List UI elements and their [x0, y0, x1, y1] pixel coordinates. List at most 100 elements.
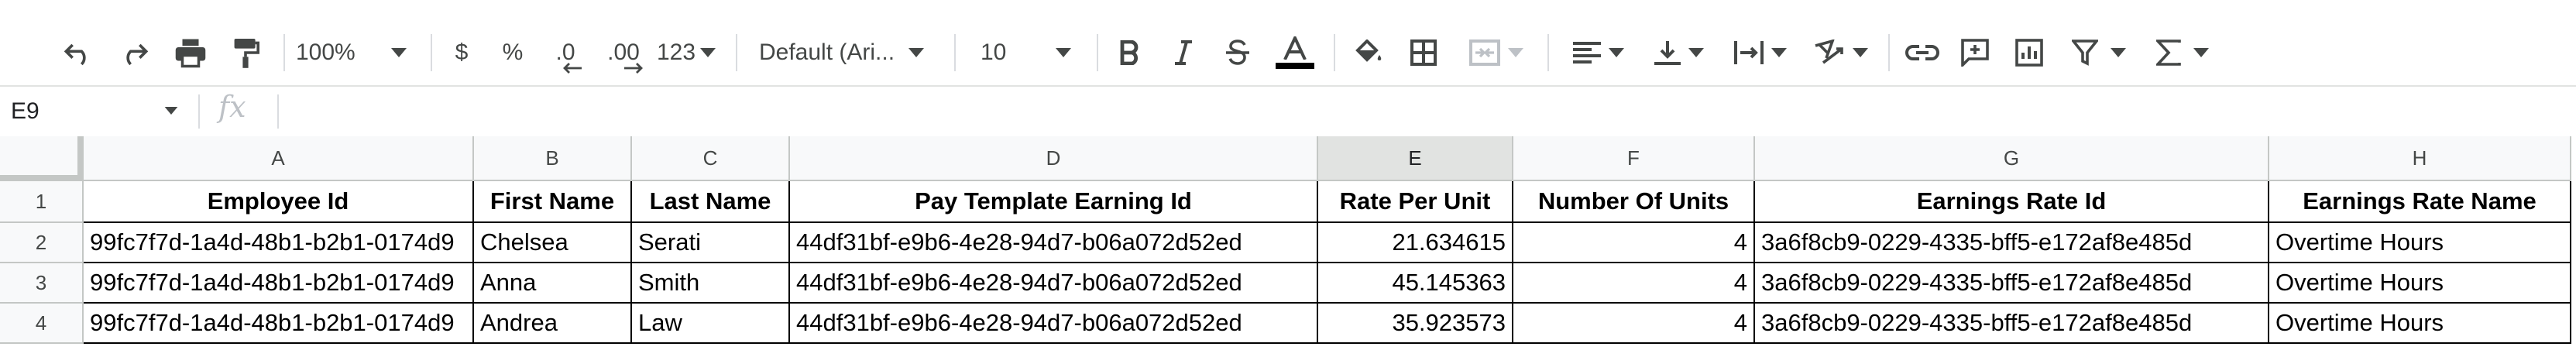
chevron-down-icon — [1056, 48, 1072, 57]
cell-earnings-rate-name[interactable]: Overtime Hours — [2269, 223, 2571, 263]
chevron-down-icon — [1508, 48, 1523, 57]
column-header-d[interactable]: D — [790, 136, 1318, 181]
merge-cells-icon — [1469, 39, 1500, 66]
redo-icon[interactable] — [113, 28, 153, 77]
chevron-down-icon — [700, 48, 716, 57]
font-family-select[interactable]: Default (Ari... — [759, 28, 942, 77]
insert-chart-icon[interactable] — [2008, 28, 2051, 77]
align-bottom-icon — [1654, 41, 1681, 65]
text-color-button[interactable] — [1270, 28, 1320, 77]
print-icon[interactable] — [169, 28, 212, 77]
italic-icon[interactable] — [1163, 28, 1204, 77]
chevron-down-icon — [908, 48, 925, 57]
currency-format-button[interactable]: $ — [445, 28, 479, 77]
cell-first-name[interactable]: Anna — [474, 263, 632, 304]
font-size-select[interactable]: 10 — [981, 28, 1086, 77]
name-box[interactable]: E9 — [0, 87, 186, 136]
chevron-down-icon — [2193, 48, 2209, 57]
cell-earnings-rate-name[interactable]: Overtime Hours — [2269, 263, 2571, 304]
cell-pay-template-earning-id[interactable]: 44df31bf-e9b6-4e28-94d7-b06a072d52ed — [790, 223, 1318, 263]
chevron-down-icon — [1609, 48, 1624, 57]
header-cell-rate-per-unit[interactable]: Rate Per Unit — [1318, 181, 1513, 223]
text-wrapping-button[interactable] — [1724, 28, 1797, 77]
increase-decimal-button[interactable]: .00 — [598, 28, 649, 77]
column-header-b[interactable]: B — [474, 136, 632, 181]
chevron-down-icon — [1771, 48, 1787, 57]
cell-rate-per-unit[interactable]: 45.145363 — [1318, 263, 1513, 304]
cell-last-name[interactable]: Law — [632, 304, 790, 344]
chevron-down-icon — [2111, 48, 2126, 57]
decrease-decimal-button[interactable]: .0 — [542, 28, 589, 77]
bold-icon[interactable] — [1109, 28, 1149, 77]
cell-earnings-rate-id[interactable]: 3a6f8cb9-0229-4335-bff5-e172af8e485d — [1755, 304, 2269, 344]
cell-last-name[interactable]: Smith — [632, 263, 790, 304]
cell-employee-id[interactable]: 99fc7f7d-1a4d-48b1-b2b1-0174d9 — [84, 223, 474, 263]
column-header-e[interactable]: E — [1318, 136, 1513, 181]
undo-icon[interactable] — [59, 28, 99, 77]
percent-format-button[interactable]: % — [496, 28, 530, 77]
chevron-down-icon — [390, 48, 407, 57]
text-rotation-icon — [1815, 39, 1843, 64]
cell-number-of-units[interactable]: 4 — [1513, 304, 1755, 344]
zoom-select[interactable]: 100% — [296, 28, 412, 77]
text-rotation-button[interactable] — [1805, 28, 1877, 77]
arrow-right-icon — [624, 63, 644, 74]
chevron-down-icon — [1853, 48, 1868, 57]
cell-pay-template-earning-id[interactable]: 44df31bf-e9b6-4e28-94d7-b06a072d52ed — [790, 304, 1318, 344]
borders-icon[interactable] — [1403, 28, 1444, 77]
vertical-align-button[interactable] — [1643, 28, 1715, 77]
row-header-4[interactable]: 4 — [0, 304, 84, 344]
header-cell-first-name[interactable]: First Name — [474, 181, 632, 223]
strikethrough-icon[interactable] — [1218, 28, 1258, 77]
column-header-a[interactable]: A — [84, 136, 474, 181]
cell-earnings-rate-id[interactable]: 3a6f8cb9-0229-4335-bff5-e172af8e485d — [1755, 223, 2269, 263]
row-header-2[interactable]: 2 — [0, 223, 84, 263]
fill-color-icon[interactable] — [1348, 28, 1388, 77]
insert-link-icon[interactable] — [1901, 28, 1944, 77]
column-header-h[interactable]: H — [2269, 136, 2571, 181]
header-cell-earnings-rate-name[interactable]: Earnings Rate Name — [2269, 181, 2571, 223]
row-header-3[interactable]: 3 — [0, 263, 84, 304]
cell-rate-per-unit[interactable]: 35.923573 — [1318, 304, 1513, 344]
cell-employee-id[interactable]: 99fc7f7d-1a4d-48b1-b2b1-0174d9 — [84, 304, 474, 344]
row-header-1[interactable]: 1 — [0, 181, 84, 223]
chevron-down-icon — [1688, 48, 1704, 57]
paint-format-icon[interactable] — [225, 28, 266, 77]
cell-number-of-units[interactable]: 4 — [1513, 223, 1755, 263]
spreadsheet-grid: A B C D E F G H 1 2 3 4 Employee Id Firs… — [0, 136, 2576, 357]
header-cell-employee-id[interactable]: Employee Id — [84, 181, 474, 223]
more-formats-button[interactable]: 123 — [652, 28, 720, 77]
cell-first-name[interactable]: Andrea — [474, 304, 632, 344]
merge-cells-button[interactable] — [1459, 28, 1534, 77]
insert-comment-icon[interactable] — [1953, 28, 1997, 77]
cell-number-of-units[interactable]: 4 — [1513, 263, 1755, 304]
cell-employee-id[interactable]: 99fc7f7d-1a4d-48b1-b2b1-0174d9 — [84, 263, 474, 304]
formula-input[interactable] — [280, 87, 2573, 136]
text-color-icon — [1283, 36, 1307, 60]
header-cell-last-name[interactable]: Last Name — [632, 181, 790, 223]
cell-pay-template-earning-id[interactable]: 44df31bf-e9b6-4e28-94d7-b06a072d52ed — [790, 263, 1318, 304]
column-header-f[interactable]: F — [1513, 136, 1755, 181]
header-cell-number-of-units[interactable]: Number Of Units — [1513, 181, 1755, 223]
column-header-c[interactable]: C — [632, 136, 790, 181]
header-cell-earnings-rate-id[interactable]: Earnings Rate Id — [1755, 181, 2269, 223]
column-header-g[interactable]: G — [1755, 136, 2269, 181]
zoom-value: 100% — [296, 39, 355, 65]
functions-button[interactable] — [2145, 28, 2220, 77]
formula-bar: E9 fx — [0, 85, 2576, 136]
cell-earnings-rate-id[interactable]: 3a6f8cb9-0229-4335-bff5-e172af8e485d — [1755, 263, 2269, 304]
select-all-corner[interactable] — [0, 136, 84, 181]
cell-last-name[interactable]: Serati — [632, 223, 790, 263]
cell-rate-per-unit[interactable]: 21.634615 — [1318, 223, 1513, 263]
cell-earnings-rate-name[interactable]: Overtime Hours — [2269, 304, 2571, 344]
cell-first-name[interactable]: Chelsea — [474, 223, 632, 263]
text-color-swatch — [1276, 63, 1314, 69]
create-filter-button[interactable] — [2062, 28, 2136, 77]
horizontal-align-button[interactable] — [1563, 28, 1634, 77]
fx-icon: fx — [218, 90, 246, 124]
sigma-icon — [2156, 39, 2181, 66]
align-left-icon — [1573, 42, 1601, 64]
filter-icon — [2072, 39, 2098, 66]
arrow-left-icon — [563, 63, 582, 74]
header-cell-pay-template-earning-id[interactable]: Pay Template Earning Id — [790, 181, 1318, 223]
